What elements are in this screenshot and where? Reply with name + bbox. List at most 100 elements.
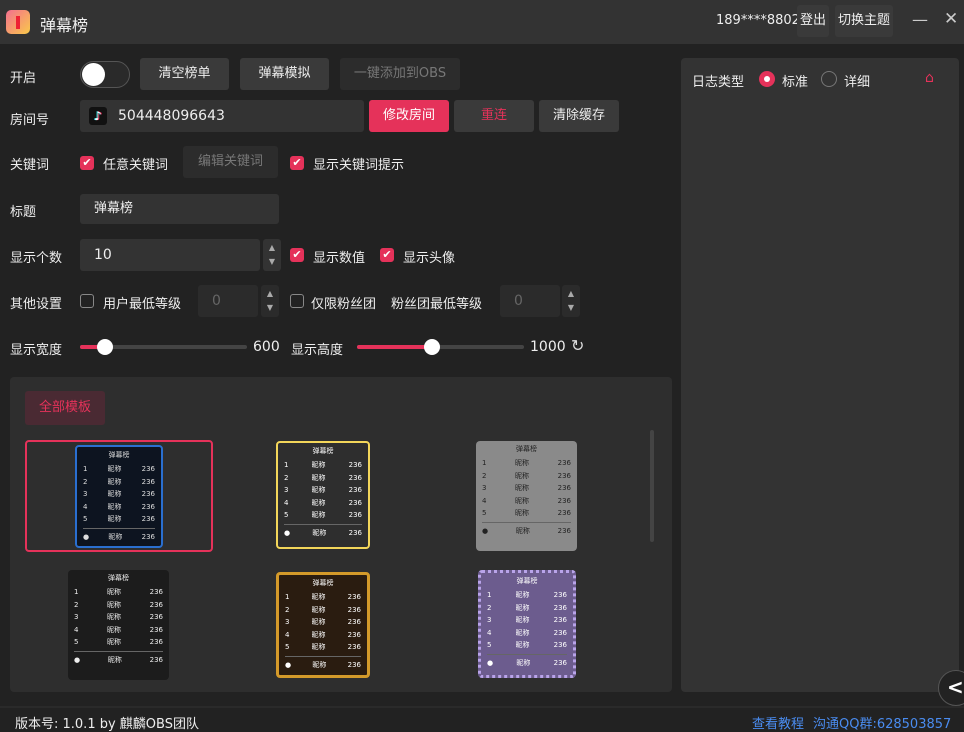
any-keyword-label: 任意关键词: [103, 158, 169, 173]
radio-detail-label: 详细: [844, 75, 871, 90]
enable-toggle[interactable]: [80, 61, 130, 88]
refresh-icon[interactable]: ↻: [571, 336, 584, 355]
min-level-input[interactable]: 0: [198, 285, 258, 317]
template-card-6[interactable]: 弹幕榜 1 昵称 236 2 昵称 236 3 昵称 236 4 昵称 236 5 昵称 236 ● 昵称 236: [478, 570, 576, 678]
preview-title: 弹幕榜: [516, 445, 537, 453]
fans-min-level-stepper[interactable]: ▲ ▼: [562, 285, 580, 317]
preview-row: 5 昵称 236: [487, 641, 567, 649]
preview-title: 弹幕榜: [516, 577, 538, 585]
width-slider[interactable]: [80, 339, 247, 355]
preview-row: 4 昵称 236: [285, 630, 361, 639]
preview-row: 5 昵称 236: [285, 643, 361, 651]
simulate-button[interactable]: 弹幕模拟: [240, 58, 329, 90]
close-icon[interactable]: ✕: [944, 9, 958, 29]
minimize-icon[interactable]: —: [912, 10, 928, 29]
show-avatar-checkbox[interactable]: ✔: [380, 248, 394, 262]
template-card-1[interactable]: 弹幕榜 1 昵称 236 2 昵称 236 3 昵称 236 4 昵称 236 5 昵称 236 ● 昵称 236: [75, 445, 163, 548]
preview-row: 2 昵称 236: [487, 603, 567, 612]
width-value: 600: [253, 339, 280, 355]
preview-row: 3 昵称 236: [284, 486, 362, 494]
template-card-3[interactable]: 弹幕榜 1 昵称 236 2 昵称 236 3 昵称 236 4 昵称 236 5 昵称 236 ● 昵称 236: [476, 441, 577, 551]
fans-only-label: 仅限粉丝团: [311, 297, 377, 312]
show-value-checkbox[interactable]: ✔: [290, 248, 304, 262]
preview-self-row: ● 昵称 236: [482, 525, 571, 538]
app-title: 弹幕榜: [40, 16, 89, 35]
show-hint-label: 显示关键词提示: [313, 158, 405, 173]
preview-row: 5 昵称 236: [284, 511, 362, 519]
preview-title: 弹幕榜: [108, 451, 130, 459]
template-scrollbar[interactable]: [650, 430, 654, 542]
preview-self-row: ● 昵称 236: [284, 527, 362, 540]
room-input[interactable]: 504448096643: [80, 100, 364, 132]
preview-row: 2 昵称 236: [83, 477, 155, 486]
preview-row: 4 昵称 236: [83, 502, 155, 511]
log-panel: [681, 58, 959, 692]
template-card-4[interactable]: 弹幕榜 1 昵称 236 2 昵称 236 3 昵称 236 4 昵称 236 5 昵称 236 ● 昵称 236: [68, 570, 169, 680]
radio-standard[interactable]: [759, 71, 775, 87]
show-value-label: 显示数值: [313, 251, 366, 266]
broom-clear-icon[interactable]: ⌂: [925, 70, 934, 86]
logout-button[interactable]: 登出: [797, 5, 830, 37]
switch-theme-button[interactable]: 切换主题: [835, 5, 894, 37]
reconnect-button[interactable]: 重连: [454, 100, 534, 132]
preview-row: 1 昵称 236: [284, 461, 362, 469]
title-label: 标题: [10, 205, 37, 220]
preview-self-row: ● 昵称 236: [487, 657, 567, 670]
preview-row: 1 昵称 236: [74, 588, 163, 596]
version-text: 版本号: 1.0.1 by 麒麟OBS团队: [15, 717, 199, 732]
qq-group-link[interactable]: 沟通QQ群:628503857: [813, 713, 951, 732]
title-input[interactable]: 弹幕榜: [80, 194, 279, 224]
height-value: 1000: [530, 339, 566, 355]
show-hint-checkbox[interactable]: ✔: [290, 156, 304, 170]
tiktok-icon: ♪: [89, 107, 107, 125]
min-level-checkbox[interactable]: [80, 294, 94, 308]
avatar: ●: [487, 658, 494, 667]
user-phone: 189****8802: [716, 13, 800, 28]
preview-row: 1 昵称 236: [285, 593, 361, 601]
tab-all-templates[interactable]: 全部模板: [25, 391, 105, 425]
preview-row: 5 昵称 236: [83, 515, 155, 523]
count-stepper[interactable]: ▲ ▼: [263, 239, 281, 271]
preview-title: 弹幕榜: [312, 579, 334, 587]
avatar: ●: [74, 655, 81, 664]
height-slider-handle[interactable]: [424, 339, 441, 355]
collapse-panel-button[interactable]: <: [938, 670, 964, 706]
preview-self-row: ● 昵称 236: [83, 531, 155, 544]
avatar: ●: [284, 528, 291, 537]
any-keyword-checkbox[interactable]: ✔: [80, 156, 94, 170]
modify-room-button[interactable]: 修改房间: [369, 100, 449, 132]
clear-list-button[interactable]: 清空榜单: [140, 58, 229, 90]
enable-label: 开启: [10, 71, 37, 86]
preview-row: 3 昵称 236: [487, 616, 567, 624]
preview-row: 5 昵称 236: [482, 509, 571, 517]
preview-row: 2 昵称 236: [482, 471, 571, 480]
preview-row: 3 昵称 236: [285, 618, 361, 626]
add-to-obs-button[interactable]: 一键添加到OBS: [340, 58, 460, 90]
preview-self-row: ● 昵称 236: [285, 659, 361, 672]
edit-keyword-button[interactable]: 编辑关键词: [183, 146, 278, 178]
preview-row: 4 昵称 236: [487, 628, 567, 637]
min-level-stepper[interactable]: ▲ ▼: [261, 285, 279, 317]
tutorial-link[interactable]: 查看教程: [752, 713, 804, 732]
log-type-label: 日志类型: [692, 75, 745, 90]
radio-detail[interactable]: [821, 71, 837, 87]
fans-min-level-input[interactable]: 0: [500, 285, 560, 317]
width-slider-handle[interactable]: [97, 339, 114, 355]
fans-only-checkbox[interactable]: [290, 294, 304, 308]
preview-title: 弹幕榜: [312, 447, 334, 455]
preview-title: 弹幕榜: [108, 574, 129, 582]
room-label: 房间号: [10, 113, 50, 128]
app-logo-icon: [6, 10, 30, 34]
count-input[interactable]: 10: [80, 239, 260, 271]
other-settings-label: 其他设置: [10, 297, 63, 312]
preview-row: 4 昵称 236: [74, 625, 163, 634]
preview-row: 3 昵称 236: [74, 613, 163, 621]
clear-cache-button[interactable]: 清除缓存: [539, 100, 619, 132]
count-label: 显示个数: [10, 251, 63, 266]
preview-row: 5 昵称 236: [74, 638, 163, 646]
height-slider[interactable]: [357, 339, 524, 355]
template-card-2[interactable]: 弹幕榜 1 昵称 236 2 昵称 236 3 昵称 236 4 昵称 236 5 昵称 236 ● 昵称 236: [276, 441, 370, 549]
width-label: 显示宽度: [10, 343, 63, 358]
preview-row: 4 昵称 236: [284, 498, 362, 507]
template-card-5[interactable]: 弹幕榜 1 昵称 236 2 昵称 236 3 昵称 236 4 昵称 236 5 昵称 236 ● 昵称 236: [276, 572, 370, 678]
